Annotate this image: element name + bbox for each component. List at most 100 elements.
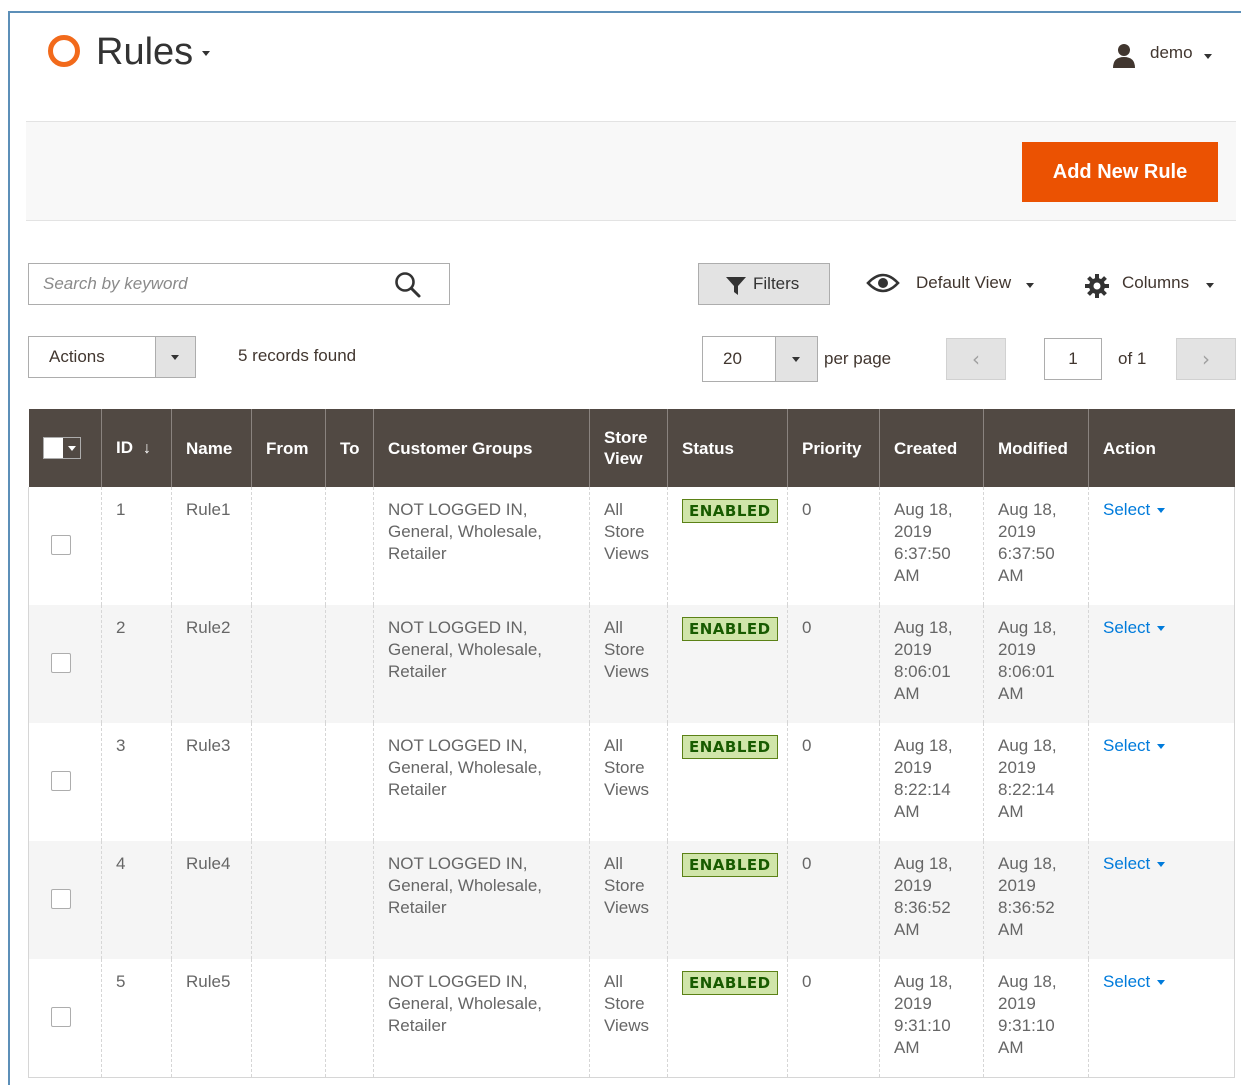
cell-groups: NOT LOGGED IN, General, Wholesale, Retai…: [373, 605, 590, 723]
grid-header-row: ID ↓ Name From To Customer Groups Store V…: [28, 409, 1235, 487]
column-header-from[interactable]: From: [251, 409, 326, 487]
row-action-select[interactable]: Select: [1103, 736, 1166, 755]
search-input[interactable]: [29, 264, 389, 304]
row-action-select[interactable]: Select: [1103, 500, 1166, 519]
current-page-input[interactable]: [1044, 338, 1102, 380]
column-header-to[interactable]: To: [325, 409, 374, 487]
add-new-rule-button[interactable]: Add New Rule: [1022, 142, 1218, 202]
cell-store-view-text: All Store Views: [604, 618, 650, 681]
cell-store-view-text: All Store Views: [604, 500, 650, 563]
row-checkbox[interactable]: [51, 889, 71, 909]
row-checkbox[interactable]: [51, 653, 71, 673]
cell-groups-text: NOT LOGGED IN, General, Wholesale, Retai…: [388, 618, 543, 681]
cell-to: [325, 605, 374, 723]
row-action-select[interactable]: Select: [1103, 618, 1166, 637]
column-header-id[interactable]: ID ↓: [101, 409, 172, 487]
row-checkbox[interactable]: [51, 771, 71, 791]
cell-store-view-text: All Store Views: [604, 854, 650, 917]
column-header-store-view[interactable]: Store View: [589, 409, 668, 487]
row-action-select[interactable]: Select: [1103, 972, 1166, 991]
cell-name: Rule4: [171, 841, 252, 959]
cell-priority-text: 0: [802, 618, 812, 637]
column-header-action: Action: [1088, 409, 1235, 487]
user-menu-name[interactable]: demo: [1150, 43, 1193, 63]
cell-modified-text: Aug 18, 2019 8:22:14 AM: [998, 736, 1057, 821]
per-page-dropdown-button[interactable]: [775, 337, 817, 381]
chevron-down-icon: [1026, 283, 1034, 288]
cell-modified: Aug 18, 2019 8:06:01 AM: [983, 605, 1089, 723]
cell-name: Rule1: [171, 487, 252, 605]
column-header-status[interactable]: Status: [667, 409, 788, 487]
filters-button[interactable]: Filters: [698, 263, 830, 305]
cell-created-text: Aug 18, 2019 8:36:52 AM: [894, 854, 953, 939]
cell-action: Select: [1088, 487, 1235, 605]
eye-icon: [866, 273, 900, 293]
page-total: of 1: [1118, 349, 1147, 368]
cell-groups: NOT LOGGED IN, General, Wholesale, Retai…: [373, 959, 590, 1078]
mass-select-checkbox[interactable]: [42, 437, 81, 460]
cell-store-view: All Store Views: [589, 723, 668, 841]
mass-actions-label: Actions: [49, 347, 105, 366]
cell-action: Select: [1088, 723, 1235, 841]
cell-from: [251, 605, 326, 723]
cell-store-view: All Store Views: [589, 841, 668, 959]
cell-modified-text: Aug 18, 2019 8:36:52 AM: [998, 854, 1057, 939]
page-actions-bar: Add New Rule: [26, 121, 1236, 221]
cell-id-text: 2: [116, 618, 126, 637]
cell-store-view: All Store Views: [589, 487, 668, 605]
title-dropdown-icon[interactable]: [202, 51, 210, 56]
cell-created-text: Aug 18, 2019 8:22:14 AM: [894, 736, 953, 821]
cell-status: ENABLED: [667, 605, 788, 723]
mass-actions-dropdown-button[interactable]: [155, 337, 195, 377]
column-header-modified[interactable]: Modified: [983, 409, 1089, 487]
grid-body: 1 Rule1 NOT LOGGED IN, General, Wholesale,…: [28, 487, 1235, 1078]
cell-action: Select: [1088, 959, 1235, 1078]
user-icon[interactable]: [1110, 43, 1138, 69]
row-checkbox[interactable]: [51, 1007, 71, 1027]
cell-priority-text: 0: [802, 736, 812, 755]
page-title[interactable]: Rules: [96, 29, 193, 75]
search-icon[interactable]: [393, 270, 423, 300]
column-header-name[interactable]: Name: [171, 409, 252, 487]
cell-modified: Aug 18, 2019 8:36:52 AM: [983, 841, 1089, 959]
row-checkbox[interactable]: [51, 535, 71, 555]
select-all-box[interactable]: [45, 440, 62, 457]
cell-id: 4: [101, 841, 172, 959]
per-page-select[interactable]: 20: [702, 336, 818, 382]
cell-from: [251, 841, 326, 959]
column-header-created[interactable]: Created: [879, 409, 984, 487]
cell-modified-text: Aug 18, 2019 9:31:10 AM: [998, 972, 1057, 1057]
cell-priority-text: 0: [802, 972, 812, 991]
chevron-down-icon: [1157, 980, 1166, 986]
cell-action: Select: [1088, 605, 1235, 723]
next-page-button[interactable]: ›: [1176, 338, 1236, 380]
cell-name: Rule5: [171, 959, 252, 1078]
cell-id: 3: [101, 723, 172, 841]
cell-to: [325, 841, 374, 959]
cell-modified: Aug 18, 2019 6:37:50 AM: [983, 487, 1089, 605]
cell-created: Aug 18, 2019 9:31:10 AM: [879, 959, 984, 1078]
cell-groups-text: NOT LOGGED IN, General, Wholesale, Retai…: [388, 972, 543, 1035]
cell-id: 1: [101, 487, 172, 605]
cell-store-view-text: All Store Views: [604, 972, 650, 1035]
cell-store-view: All Store Views: [589, 959, 668, 1078]
row-select-cell: [28, 605, 102, 723]
user-dropdown-icon[interactable]: [1204, 54, 1212, 59]
cell-id-text: 3: [116, 736, 126, 755]
cell-status: ENABLED: [667, 723, 788, 841]
mass-select-dropdown[interactable]: [61, 438, 80, 459]
status-badge: ENABLED: [682, 735, 778, 759]
mass-actions-select[interactable]: Actions: [28, 336, 196, 378]
cell-store-view-text: All Store Views: [604, 736, 650, 799]
previous-page-button[interactable]: ‹: [946, 338, 1006, 380]
row-action-select[interactable]: Select: [1103, 854, 1166, 873]
column-header-customer-groups[interactable]: Customer Groups: [373, 409, 590, 487]
cell-created-text: Aug 18, 2019 8:06:01 AM: [894, 618, 953, 703]
cell-modified: Aug 18, 2019 9:31:10 AM: [983, 959, 1089, 1078]
cell-priority-text: 0: [802, 854, 812, 873]
cell-priority: 0: [787, 959, 880, 1078]
cell-id: 2: [101, 605, 172, 723]
cell-name-text: Rule4: [186, 854, 231, 873]
column-header-priority[interactable]: Priority: [787, 409, 880, 487]
cell-status: ENABLED: [667, 959, 788, 1078]
